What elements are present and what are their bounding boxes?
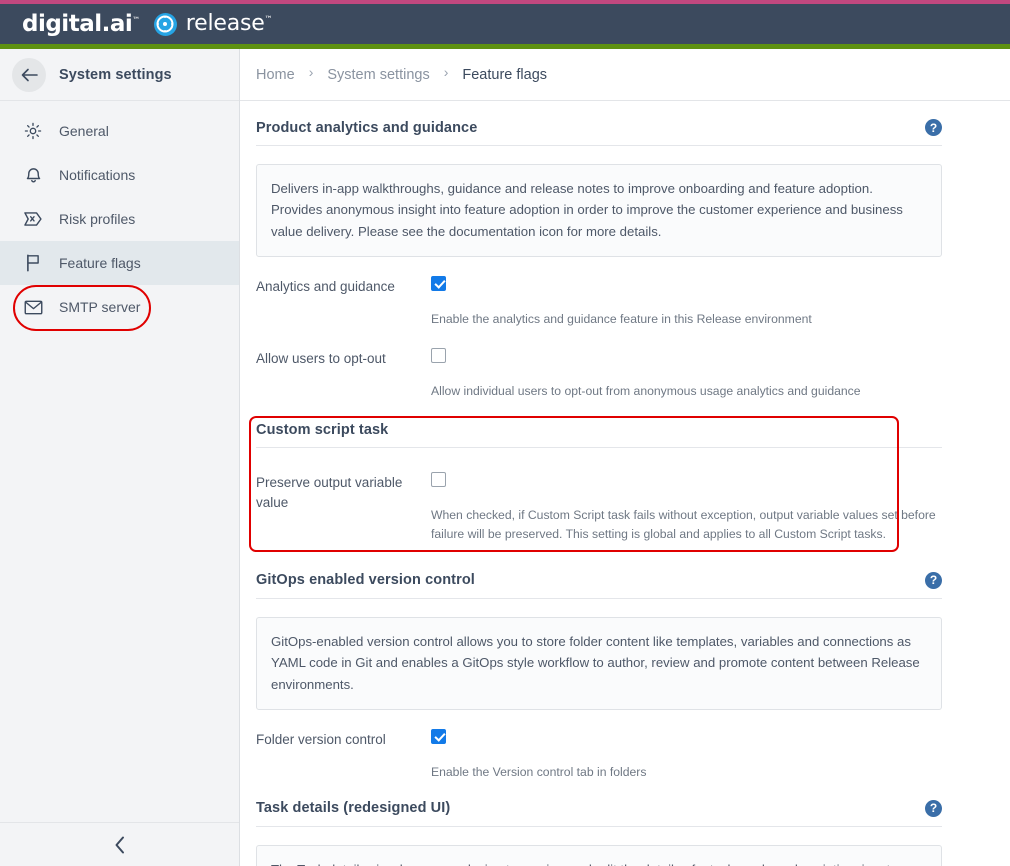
field-hint: When checked, if Custom Script task fail… [431, 507, 936, 541]
field-folder-version-control: Folder version control Enable the Versio… [256, 728, 942, 782]
flag-icon [22, 252, 44, 274]
field-body: Enable the analytics and guidance featur… [431, 276, 942, 329]
release-logo: release™ [153, 12, 273, 36]
sidebar-item-feature-flags[interactable]: Feature flags [0, 241, 239, 285]
sidebar-title: System settings [59, 66, 172, 83]
risk-profile-icon [22, 208, 44, 230]
envelope-icon [22, 296, 44, 318]
section-description-task-details: The Task details view has a new design t… [256, 844, 942, 866]
section-custom-script-task: Custom script task Preserve output varia… [249, 415, 942, 552]
breadcrumb-separator: › [308, 63, 314, 80]
checkbox-analytics-and-guidance[interactable] [431, 276, 446, 292]
sidebar-item-label: Risk profiles [59, 211, 136, 227]
section-title: Custom script task [256, 421, 389, 438]
sidebar-item-smtp-server[interactable]: SMTP server [0, 285, 239, 329]
section-header-custom-script-task: Custom script task [256, 422, 942, 448]
sidebar-item-label: Notifications [59, 167, 136, 183]
field-body: Enable the Version control tab in folder… [431, 728, 942, 782]
breadcrumb-item-system-settings[interactable]: System settings [327, 67, 429, 83]
field-body: When checked, if Custom Script task fail… [431, 471, 942, 544]
digital-ai-trademark: ™ [132, 14, 140, 24]
sidebar: System settings General Notifications Ri… [0, 49, 240, 866]
brand-bar: digital.ai™ release™ [0, 4, 1010, 44]
breadcrumb: Home › System settings › Feature flags [240, 49, 1010, 101]
arrow-left-icon [21, 68, 38, 81]
section-title: GitOps enabled version control [256, 572, 475, 589]
app-shell: System settings General Notifications Ri… [0, 49, 1010, 866]
gear-icon [22, 120, 44, 142]
checkbox-folder-version-control[interactable] [431, 728, 446, 744]
field-hint: Allow individual users to opt-out from a… [431, 384, 861, 399]
sidebar-nav-list: General Notifications Risk profiles Feat… [0, 101, 239, 329]
checkbox-preserve-output-variable-value[interactable] [431, 471, 446, 487]
breadcrumb-item-home[interactable]: Home [256, 67, 295, 83]
section-header-gitops: GitOps enabled version control ? [256, 554, 942, 599]
chevron-left-icon [115, 836, 124, 853]
main-content: Home › System settings › Feature flags P… [240, 49, 1010, 866]
breadcrumb-separator: › [443, 63, 449, 80]
sidebar-collapse-button[interactable] [0, 822, 239, 866]
sidebar-item-label: General [59, 123, 109, 139]
field-preserve-output-variable-value: Preserve output variable value When chec… [256, 471, 942, 544]
sidebar-item-risk-profiles[interactable]: Risk profiles [0, 197, 239, 241]
sidebar-item-notifications[interactable]: Notifications [0, 153, 239, 197]
help-circle-icon[interactable]: ? [925, 119, 942, 136]
field-analytics-and-guidance: Analytics and guidance Enable the analyt… [256, 276, 942, 329]
section-header-task-details: Task details (redesigned UI) ? [256, 782, 942, 827]
sidebar-item-label: Feature flags [59, 255, 141, 271]
sidebar-item-general[interactable]: General [0, 109, 239, 153]
field-allow-users-to-opt-out: Allow users to opt-out Allow individual … [256, 348, 942, 401]
section-description-gitops: GitOps-enabled version control allows yo… [256, 616, 942, 710]
field-label: Analytics and guidance [256, 279, 395, 295]
help-circle-icon[interactable]: ? [925, 799, 942, 817]
breadcrumb-item-feature-flags: Feature flags [462, 66, 548, 83]
field-hint: Enable the Version control tab in folder… [431, 764, 647, 779]
checkbox-allow-users-to-opt-out[interactable] [431, 348, 446, 364]
sidebar-item-label: SMTP server [59, 299, 141, 315]
section-description-product-analytics: Delivers in-app walkthroughs, guidance a… [256, 164, 942, 258]
field-label: Allow users to opt-out [256, 351, 386, 367]
field-label: Folder version control [256, 731, 386, 747]
help-circle-icon[interactable]: ? [925, 571, 942, 589]
field-body: Allow individual users to opt-out from a… [431, 348, 942, 401]
settings-content: Product analytics and guidance ? Deliver… [240, 101, 1010, 866]
section-title: Product analytics and guidance [256, 119, 478, 136]
release-circle-icon [153, 12, 177, 36]
digital-ai-logo-text: digital.ai [22, 10, 133, 37]
section-header-product-analytics: Product analytics and guidance ? [256, 101, 942, 146]
release-trademark: ™ [264, 14, 273, 24]
release-logo-text: release [185, 11, 265, 36]
field-label: Preserve output variable value [256, 474, 403, 511]
digital-ai-logo: digital.ai™ [22, 10, 140, 37]
back-button[interactable] [12, 57, 46, 92]
field-hint: Enable the analytics and guidance featur… [431, 312, 812, 327]
section-title: Task details (redesigned UI) [256, 800, 451, 817]
sidebar-header: System settings [0, 49, 239, 101]
release-logo-text-wrap: release™ [186, 13, 273, 35]
bell-icon [22, 164, 44, 186]
